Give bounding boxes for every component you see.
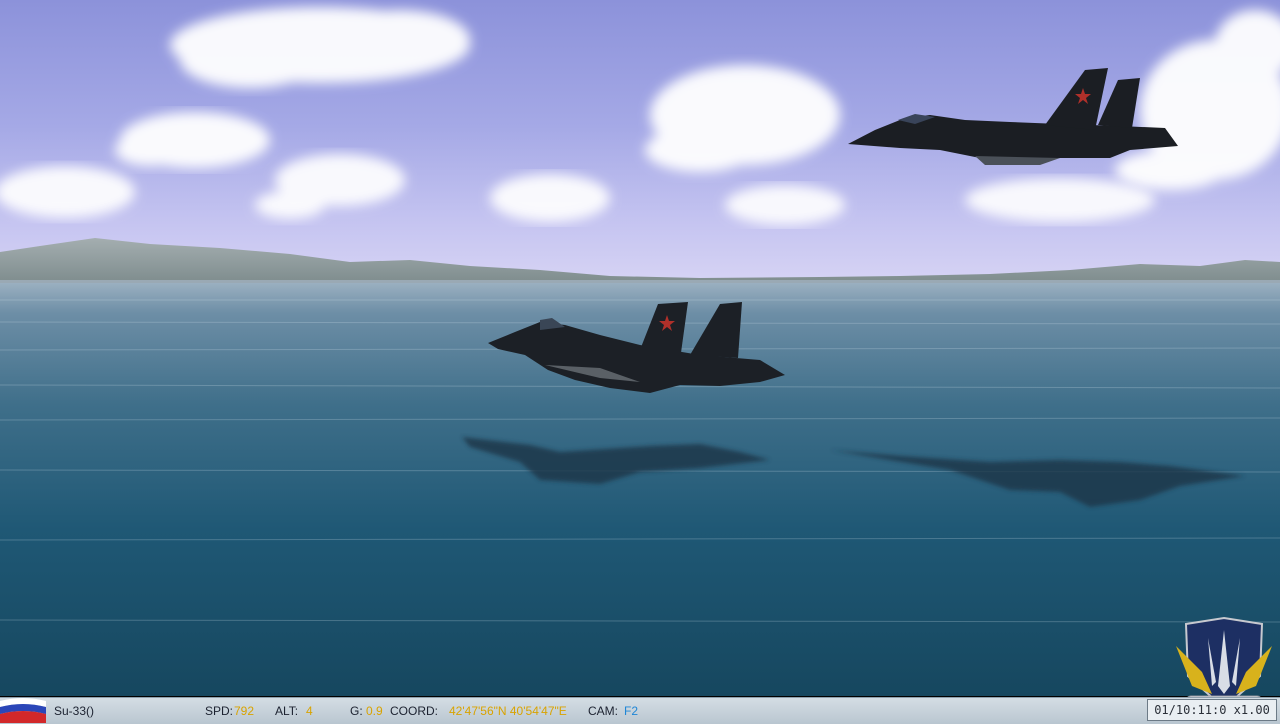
speed-value: 792: [234, 704, 255, 718]
shoreline: [0, 280, 1280, 283]
aircraft-name: Su-33(): [54, 704, 95, 718]
aircraft-shadow: [830, 450, 1245, 507]
distant-hills: [0, 238, 1280, 282]
status-bar: Su-33() SPD: 792 ALT: 4 G: 0.9 COORD: 42…: [0, 697, 1280, 724]
altitude-label: ALT:: [275, 704, 299, 718]
aircraft-shadow: [462, 437, 770, 484]
g-force-label: G:: [350, 704, 363, 718]
coord-label: COORD:: [390, 704, 438, 718]
russia-flag-icon: [0, 698, 46, 723]
game-viewport[interactable]: [0, 0, 1280, 723]
cloud: [0, 166, 135, 218]
cloud: [490, 174, 610, 222]
cloud: [1115, 10, 1280, 190]
mission-time-display: 01/10:11:0 x1.00: [1147, 699, 1277, 721]
coord-value: 42'47'56"N 40'54'47"E: [449, 704, 567, 718]
su-33-jet-near: [488, 302, 785, 393]
cloud: [645, 65, 840, 172]
altitude-value: 4: [306, 704, 313, 718]
cloud: [965, 178, 1155, 222]
g-force-value: 0.9: [366, 704, 383, 718]
su-33-jet-far: [848, 68, 1178, 165]
cloud: [725, 185, 845, 225]
cloud: [170, 7, 470, 88]
scene-artwork: [0, 7, 1280, 623]
cloud: [115, 112, 270, 168]
speed-label: SPD:: [205, 704, 234, 718]
cloud: [255, 154, 405, 219]
camera-value: F2: [624, 704, 639, 718]
camera-label: CAM:: [588, 704, 618, 718]
